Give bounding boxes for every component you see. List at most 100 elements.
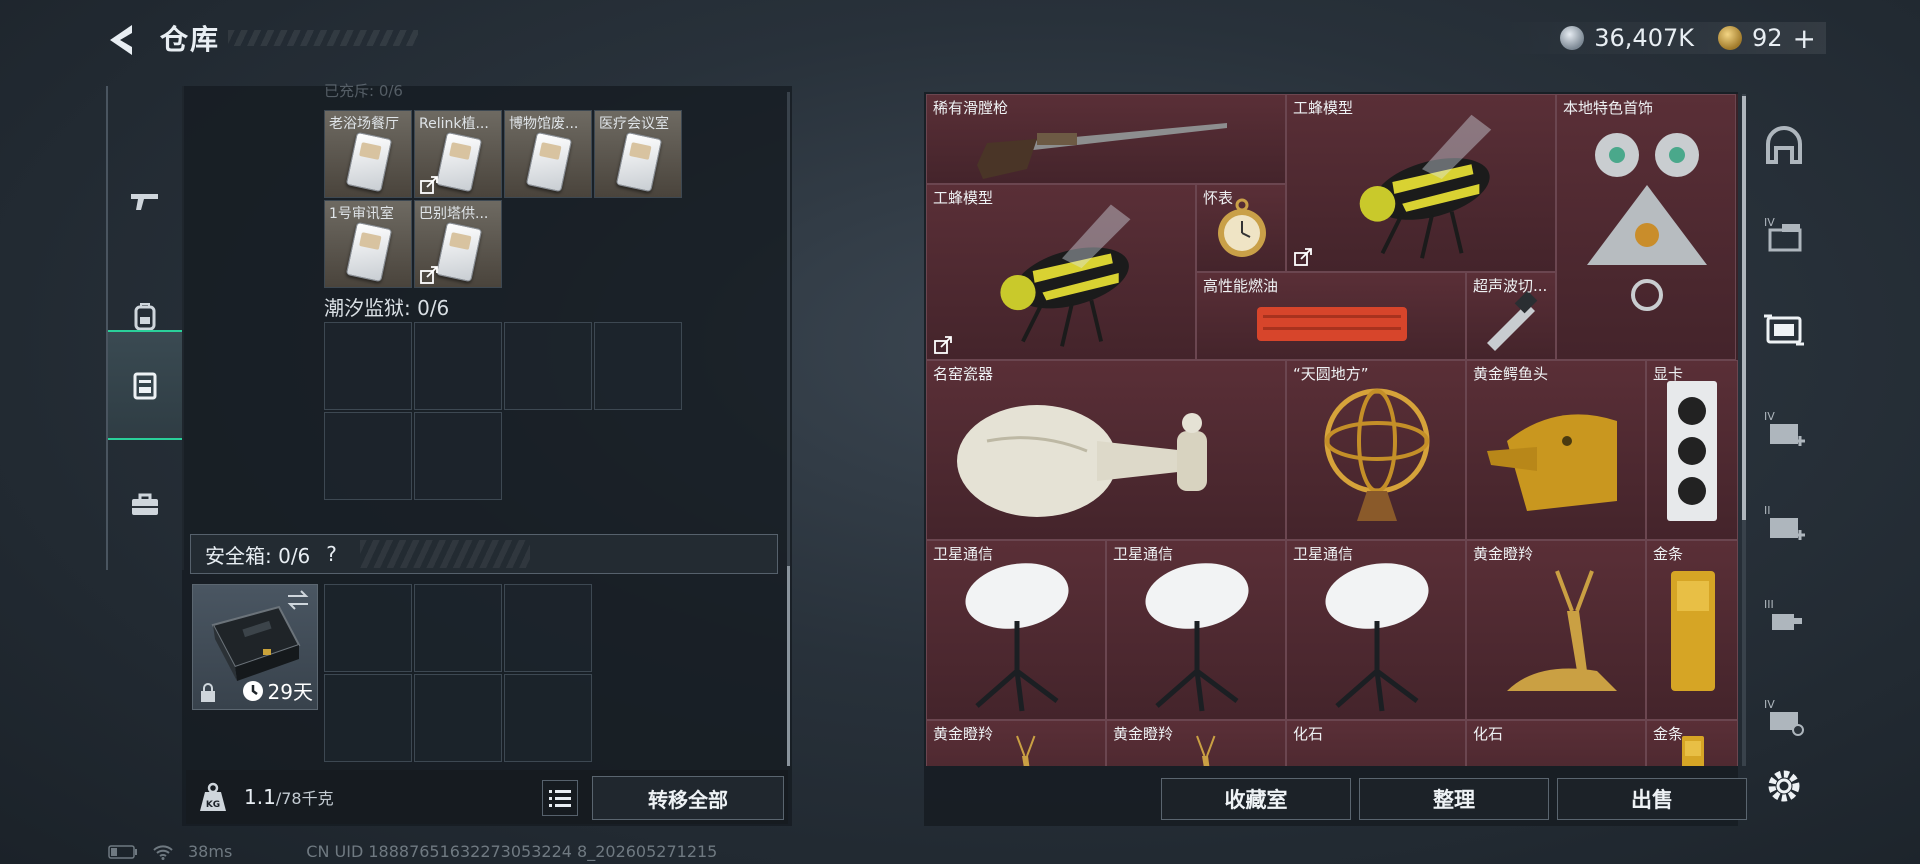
stash-item[interactable]: 金条 xyxy=(1646,540,1738,720)
back-button[interactable] xyxy=(104,22,144,58)
right-rail-item[interactable]: IV xyxy=(1762,212,1806,256)
keycard-item[interactable]: 1号审讯室 xyxy=(324,200,412,288)
stash-scrollbar-thumb[interactable] xyxy=(1742,96,1746,520)
stash-item[interactable]: 黄金瞪羚 xyxy=(926,720,1106,766)
add-currency-button[interactable]: + xyxy=(1793,22,1816,55)
stash-item[interactable]: 名窑瓷器 xyxy=(926,360,1286,540)
stash-item[interactable]: 本地特色首饰 xyxy=(1556,94,1736,360)
stash-item[interactable]: 显卡 xyxy=(1646,360,1738,540)
empty-slot[interactable] xyxy=(414,584,502,672)
keycard-label: 1号审讯室 xyxy=(329,206,394,222)
keycard-label: 巴别塔供... xyxy=(419,206,489,222)
keycard-icon xyxy=(435,131,483,193)
rail-storage[interactable] xyxy=(108,330,182,440)
case-iv-settings-icon: IV xyxy=(1762,698,1806,742)
sell-button[interactable]: 出售 xyxy=(1557,778,1747,820)
empty-slot[interactable] xyxy=(324,584,412,672)
transfer-mark-icon xyxy=(933,335,953,355)
empty-slot[interactable] xyxy=(414,322,502,410)
empty-slot[interactable] xyxy=(414,412,502,500)
satellite-dish-icon xyxy=(1287,541,1465,719)
keycard-item[interactable]: 医疗会议室 xyxy=(594,110,682,198)
keycard-icon xyxy=(345,131,393,193)
empty-slot[interactable] xyxy=(504,584,592,672)
empty-slot[interactable] xyxy=(324,412,412,500)
stash-item[interactable]: 工蜂模型 xyxy=(1286,94,1556,272)
empty-slot[interactable] xyxy=(594,322,682,410)
stash-item[interactable]: 卫星通信 xyxy=(926,540,1106,720)
satellite-dish-icon xyxy=(1107,541,1285,719)
battery-icon xyxy=(108,844,137,859)
rail-toolbox[interactable] xyxy=(108,466,182,544)
keycard-label: 博物馆废... xyxy=(509,116,579,132)
empty-slot[interactable] xyxy=(504,674,592,762)
section-cut-header: 已充斥: 0/6 xyxy=(324,82,403,100)
storage-icon xyxy=(133,372,157,400)
stash-item-label: 稀有滑膛枪 xyxy=(933,99,1009,117)
stash-item[interactable]: 卫星通信 xyxy=(1106,540,1286,720)
stash-item[interactable]: 高性能燃油 xyxy=(1196,272,1466,360)
rail-weapons[interactable] xyxy=(108,162,182,240)
stash-item-label: 卫星通信 xyxy=(1113,545,1174,563)
stash-item[interactable]: 化石 xyxy=(1286,720,1466,766)
stash-item[interactable]: 稀有滑膛枪 xyxy=(926,94,1286,184)
stash-item-label: 黄金瞪羚 xyxy=(1473,545,1534,563)
swap-icon[interactable] xyxy=(285,589,311,611)
keycard-icon xyxy=(345,221,393,283)
empty-slot[interactable] xyxy=(414,674,502,762)
weight-readout: 1.1/78千克 xyxy=(244,785,334,809)
transfer-mark-icon xyxy=(419,175,439,195)
settings-gear-icon xyxy=(1762,770,1806,812)
left-category-rail xyxy=(106,86,184,570)
svg-text:III: III xyxy=(1764,598,1774,611)
empty-slot[interactable] xyxy=(504,322,592,410)
list-view-button[interactable] xyxy=(542,780,578,816)
help-button[interactable]: ? xyxy=(326,542,337,566)
transfer-all-button[interactable]: 转移全部 xyxy=(592,776,784,820)
stash-item[interactable]: “天圆地方” xyxy=(1286,360,1466,540)
stash-item[interactable]: 工蜂模型 xyxy=(926,184,1196,360)
keycard-icon xyxy=(435,221,483,283)
stash-item[interactable]: 化石 xyxy=(1466,720,1646,766)
gold-amount: 92 xyxy=(1751,24,1783,52)
right-rail-item[interactable]: IV xyxy=(1762,406,1806,450)
stash-item[interactable]: 超声波切... xyxy=(1466,272,1556,360)
gold-coin-icon xyxy=(1717,26,1742,50)
title-decoration xyxy=(228,30,418,46)
right-rail-item[interactable] xyxy=(1762,764,1806,808)
keycard-label: 老浴场餐厅 xyxy=(329,116,399,132)
stash-item-label: 高性能燃油 xyxy=(1203,277,1279,295)
stash-item[interactable]: 怀表 xyxy=(1196,184,1286,272)
right-rail-item[interactable] xyxy=(1762,308,1806,352)
gold-gazelle-icon xyxy=(1467,541,1645,719)
empty-slot[interactable] xyxy=(324,322,412,410)
left-scrollbar-thumb[interactable] xyxy=(787,566,790,766)
organize-button[interactable]: 整理 xyxy=(1359,778,1549,820)
collection-room-button[interactable]: 收藏室 xyxy=(1161,778,1351,820)
right-rail-item[interactable] xyxy=(1762,124,1806,168)
safebox-item[interactable]: 29天 xyxy=(192,584,318,710)
stash-item[interactable]: 金条 xyxy=(1646,720,1738,766)
safebox-label: 安全箱: 0/6 xyxy=(205,543,311,568)
graphics-card-icon xyxy=(1647,361,1737,539)
stash-item-label: 卫星通信 xyxy=(933,545,994,563)
toolbox-icon xyxy=(132,493,158,515)
back-arrow-icon xyxy=(110,25,132,55)
stash-item[interactable]: 黄金瞪羚 xyxy=(1466,540,1646,720)
ping-text: 38ms xyxy=(188,842,233,861)
keycard-item[interactable]: 老浴场餐厅 xyxy=(324,110,412,198)
stash-item[interactable]: 黄金鳄鱼头 xyxy=(1466,360,1646,540)
keycard-item[interactable]: 博物馆废... xyxy=(504,110,592,198)
stash-item[interactable]: 黄金瞪羚 xyxy=(1106,720,1286,766)
empty-slot[interactable] xyxy=(324,674,412,762)
right-rail-item[interactable]: III xyxy=(1762,594,1806,638)
keycard-item[interactable]: 巴别塔供... xyxy=(414,200,502,288)
bee-model-icon xyxy=(927,185,1195,359)
status-bar: 38ms CN UID 18887651632273053224 8_20260… xyxy=(108,842,717,861)
right-rail-item[interactable]: IV xyxy=(1762,694,1806,738)
stash-item[interactable]: 卫星通信 xyxy=(1286,540,1466,720)
right-rail-item[interactable]: II xyxy=(1762,500,1806,544)
clock-icon xyxy=(242,680,263,701)
keycard-item[interactable]: Relink植... xyxy=(414,110,502,198)
backpack-icon xyxy=(134,303,156,331)
